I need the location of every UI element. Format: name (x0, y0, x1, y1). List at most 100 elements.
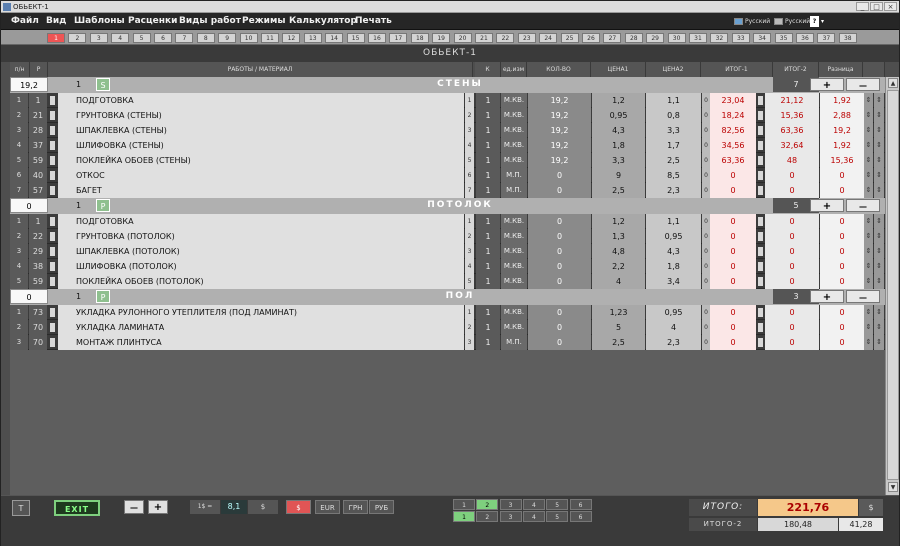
row-checkbox[interactable] (50, 186, 55, 195)
unit-field[interactable]: М.П. (501, 335, 527, 350)
menu-item-2[interactable]: Вид (46, 13, 66, 30)
decrease-button[interactable]: — (124, 500, 144, 514)
price1-field[interactable]: 2,2 (592, 259, 645, 274)
move-up-icon[interactable]: ⇕ (864, 274, 873, 289)
object-tab-9[interactable]: 9 (218, 33, 237, 43)
row-checkbox[interactable] (50, 217, 55, 226)
close-icon[interactable]: × (884, 2, 897, 11)
coefficient-field[interactable]: 1 (476, 214, 500, 229)
move-up-icon[interactable]: ⇕ (864, 183, 873, 198)
table-row[interactable]: 7 57 БАГЕТ 7 1 М.П. 0 2,5 2,3 0 0 0 0 ⇕ ⇕ (10, 183, 885, 198)
increase-button[interactable]: + (148, 500, 168, 514)
price2-field[interactable]: 0,95 (646, 229, 701, 244)
price2-field[interactable]: 4,3 (646, 244, 701, 259)
price2-field[interactable]: 8,5 (646, 168, 701, 183)
unit-field[interactable]: М.КВ. (501, 274, 527, 289)
total1-checkbox[interactable] (758, 247, 763, 256)
coefficient-field[interactable]: 1 (476, 123, 500, 138)
help-icon[interactable]: ? (810, 16, 819, 27)
object-tab-11[interactable]: 11 (261, 33, 279, 43)
work-name[interactable]: ШПАКЛЕВКА (ПОТОЛОК) (58, 244, 464, 259)
quantity-field[interactable]: 0 (528, 244, 591, 259)
row-checkbox[interactable] (50, 323, 55, 332)
row-checkbox[interactable] (50, 171, 55, 180)
table-row[interactable]: 3 29 ШПАКЛЕВКА (ПОТОЛОК) 3 1 М.КВ. 0 4,8 4,3 0 0 0 0… (10, 244, 885, 259)
total1-checkbox[interactable] (758, 156, 763, 165)
table-row[interactable]: 2 22 ГРУНТОВКА (ПОТОЛОК) 2 1 М.КВ. 0 1,3 0,95 0 0 0… (10, 229, 885, 244)
work-name[interactable]: ШЛИФОВКА (ПОТОЛОК) (58, 259, 464, 274)
quantity-field[interactable]: 19,2 (528, 138, 591, 153)
coefficient-field[interactable]: 1 (476, 305, 500, 320)
currency-button-4[interactable]: РУБ (369, 500, 394, 514)
unit-field[interactable]: М.КВ. (501, 123, 527, 138)
object-tab-14[interactable]: 14 (325, 33, 344, 43)
object-tab-21[interactable]: 21 (475, 33, 493, 43)
price1-field[interactable]: 5 (592, 320, 645, 335)
table-row[interactable]: 3 70 МОНТАЖ ПЛИНТУСА 3 1 М.П. 0 2,5 2,3 0 0 0 0 ⇕ ⇕ (10, 335, 885, 350)
table-row[interactable]: 5 59 ПОКЛЕЙКА ОБОЕВ (ПОТОЛОК) 5 1 М.КВ. 0 4 3,4 0… (10, 274, 885, 289)
scroll-up-icon[interactable]: ▲ (888, 78, 898, 88)
object-tab-29[interactable]: 29 (646, 33, 665, 43)
unit-field[interactable]: М.КВ. (501, 305, 527, 320)
unit-field[interactable]: М.КВ. (501, 93, 527, 108)
work-name[interactable]: ГРУНТОВКА (СТЕНЫ) (58, 108, 464, 123)
row-checkbox[interactable] (50, 232, 55, 241)
move-down-icon[interactable]: ⇕ (874, 138, 884, 153)
page-bottom-2[interactable]: 2 (476, 511, 499, 522)
move-down-icon[interactable]: ⇕ (874, 153, 884, 168)
price1-field[interactable]: 2,5 (592, 183, 645, 198)
unit-field[interactable]: М.КВ. (501, 153, 527, 168)
coefficient-field[interactable]: 1 (476, 274, 500, 289)
object-tab-28[interactable]: 28 (624, 33, 643, 43)
unit-field[interactable]: М.КВ. (501, 244, 527, 259)
language-selector-2[interactable]: Русский (774, 16, 810, 27)
coefficient-field[interactable]: 1 (476, 168, 500, 183)
price1-field[interactable]: 1,2 (592, 214, 645, 229)
page-bottom-3[interactable]: 3 (499, 511, 522, 522)
move-up-icon[interactable]: ⇕ (864, 123, 873, 138)
move-up-icon[interactable]: ⇕ (864, 305, 873, 320)
price1-field[interactable]: 1,8 (592, 138, 645, 153)
maximize-icon[interactable]: □ (870, 2, 883, 11)
currency-button-3[interactable]: ГРН (343, 500, 368, 514)
object-tab-2[interactable]: 2 (68, 33, 87, 43)
total1-checkbox[interactable] (758, 277, 763, 286)
quantity-field[interactable]: 0 (528, 259, 591, 274)
table-row[interactable]: 5 59 ПОКЛЕЙКА ОБОЕВ (СТЕНЫ) 5 1 М.КВ. 19,2 3,3 2… (10, 153, 885, 168)
exchange-rate-field[interactable]: 8,1 (221, 500, 247, 514)
page-bottom-1[interactable]: 1 (453, 511, 475, 522)
price1-field[interactable]: 2,5 (592, 335, 645, 350)
move-down-icon[interactable]: ⇕ (874, 123, 884, 138)
quantity-field[interactable]: 19,2 (528, 153, 591, 168)
quantity-field[interactable]: 19,2 (528, 108, 591, 123)
price2-field[interactable]: 2,3 (646, 335, 701, 350)
work-name[interactable]: ПОДГОТОВКА (58, 93, 464, 108)
object-tab-19[interactable]: 19 (432, 33, 451, 43)
unit-field[interactable]: М.П. (501, 183, 527, 198)
total1-checkbox[interactable] (758, 96, 763, 105)
section-badge[interactable]: S (96, 78, 110, 91)
coefficient-field[interactable]: 1 (476, 244, 500, 259)
move-up-icon[interactable]: ⇕ (864, 93, 873, 108)
price1-field[interactable]: 4,8 (592, 244, 645, 259)
move-down-icon[interactable]: ⇕ (874, 244, 884, 259)
remove-row-button[interactable]: — (846, 199, 880, 212)
quantity-field[interactable]: 0 (528, 274, 591, 289)
object-tab-27[interactable]: 27 (603, 33, 622, 43)
unit-field[interactable]: М.П. (501, 168, 527, 183)
quantity-field[interactable]: 0 (528, 183, 591, 198)
row-checkbox[interactable] (50, 247, 55, 256)
price2-field[interactable]: 1,1 (646, 214, 701, 229)
work-name[interactable]: УКЛАДКА РУЛОННОГО УТЕПЛИТЕЛЯ (ПОД ЛАМИНА… (58, 305, 464, 320)
exit-button[interactable]: EXIT (54, 500, 100, 516)
table-row[interactable]: 4 37 ШЛИФОВКА (СТЕНЫ) 4 1 М.КВ. 19,2 1,8 1,7 0 34,… (10, 138, 885, 153)
menu-item-6[interactable]: Режимы (242, 13, 285, 30)
total1-checkbox[interactable] (758, 126, 763, 135)
move-down-icon[interactable]: ⇕ (874, 214, 884, 229)
price1-field[interactable]: 0,95 (592, 108, 645, 123)
section-value-field[interactable]: 19,2 (10, 77, 48, 92)
row-checkbox[interactable] (50, 96, 55, 105)
object-tab-36[interactable]: 36 (796, 33, 814, 43)
coefficient-field[interactable]: 1 (476, 183, 500, 198)
object-tab-12[interactable]: 12 (282, 33, 301, 43)
